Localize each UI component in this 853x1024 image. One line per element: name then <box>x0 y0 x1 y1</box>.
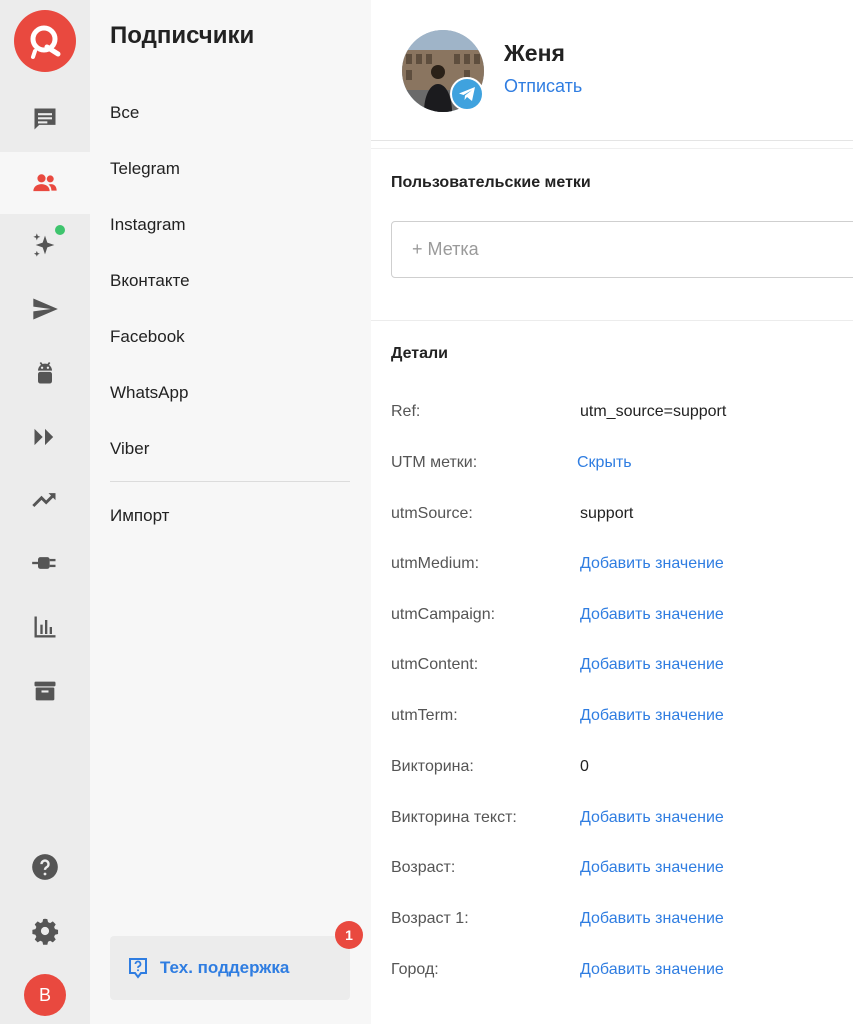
flows-icon <box>34 428 54 446</box>
rail-messages[interactable] <box>0 88 90 150</box>
subnav-item-vkontakte[interactable]: Вконтакте <box>110 271 190 291</box>
sparkles-icon <box>33 233 55 257</box>
page-title: Подписчики <box>110 22 255 49</box>
rail-statistics[interactable] <box>0 596 90 658</box>
header-divider <box>371 140 853 141</box>
section-divider <box>371 320 853 321</box>
add-value-link[interactable]: Добавить значение <box>580 707 724 725</box>
hide-utm-link[interactable]: Скрыть <box>577 454 632 472</box>
detail-label: utmTerm: <box>391 707 458 724</box>
subnav-item-facebook[interactable]: Facebook <box>110 327 185 347</box>
details-title: Детали <box>391 345 449 362</box>
messages-icon <box>34 108 56 130</box>
detail-label: Викторина: <box>391 758 474 775</box>
add-value-link[interactable]: Добавить значение <box>580 910 724 928</box>
user-avatar[interactable]: B <box>24 974 66 1016</box>
unsubscribe-link[interactable]: Отписать <box>504 76 582 97</box>
notification-dot <box>55 225 65 235</box>
detail-label: Город: <box>391 961 439 978</box>
stats-icon <box>34 616 56 638</box>
detail-label: utmContent: <box>391 656 479 673</box>
rail-growth[interactable] <box>0 468 90 530</box>
user-initial: B <box>38 984 51 1005</box>
detail-label: utmSource: <box>391 505 473 522</box>
custom-tags-title: Пользовательские метки <box>391 174 591 191</box>
rail-archive[interactable] <box>0 660 90 722</box>
header-divider-secondary <box>371 148 853 149</box>
detail-label: Возраст 1: <box>391 910 469 927</box>
add-tag-input[interactable] <box>391 221 853 278</box>
add-value-link[interactable]: Добавить значение <box>580 656 724 674</box>
support-label: Тех. поддержка <box>160 958 290 977</box>
detail-label: utmMedium: <box>391 555 480 572</box>
rail-bots[interactable] <box>0 342 90 404</box>
subnav-item-all[interactable]: Все <box>110 103 139 123</box>
subscriber-name: Женя <box>504 40 565 66</box>
icon-rail: B <box>0 0 90 1024</box>
archive-icon <box>34 681 56 701</box>
add-value-link[interactable]: Добавить значение <box>580 809 724 827</box>
rail-settings[interactable] <box>0 900 90 962</box>
help-icon <box>32 854 58 880</box>
subscribers-subnav: Подписчики Все Telegram Instagram Вконта… <box>90 0 371 1024</box>
add-value-link[interactable]: Добавить значение <box>580 859 724 877</box>
subnav-item-instagram[interactable]: Instagram <box>110 215 186 235</box>
subnav-divider <box>110 481 350 482</box>
rail-help[interactable] <box>0 836 90 898</box>
bot-icon <box>38 361 52 384</box>
detail-label: utmCampaign: <box>391 606 496 623</box>
subnav-item-whatsapp[interactable]: WhatsApp <box>110 383 188 403</box>
subnav-item-import[interactable]: Импорт <box>110 506 169 526</box>
integrations-plug-icon <box>32 557 56 569</box>
app-logo-icon[interactable] <box>14 10 76 72</box>
rail-sparkles[interactable] <box>0 214 90 276</box>
detail-value: utm_source=support <box>580 403 727 420</box>
detail-label: Ref: <box>391 403 421 420</box>
add-value-link[interactable]: Добавить значение <box>580 961 724 979</box>
support-question-icon <box>129 958 147 979</box>
settings-icon <box>32 918 59 945</box>
detail-value: 0 <box>580 758 589 775</box>
add-value-link[interactable]: Добавить значение <box>580 606 724 624</box>
detail-label: UTM метки: <box>391 454 478 471</box>
rail-integrations[interactable] <box>0 532 90 594</box>
detail-label: Викторина текст: <box>391 809 517 826</box>
subscribers-icon <box>33 174 57 192</box>
trend-icon <box>32 493 56 508</box>
subnav-item-telegram[interactable]: Telegram <box>110 159 180 179</box>
support-button[interactable]: Тех. поддержка <box>110 936 350 1000</box>
detail-label: Возраст: <box>391 859 456 876</box>
add-value-link[interactable]: Добавить значение <box>580 555 724 573</box>
telegram-icon <box>450 77 484 111</box>
rail-subscribers[interactable] <box>0 152 90 214</box>
rail-broadcast[interactable] <box>0 278 90 340</box>
send-icon <box>33 298 58 320</box>
rail-flows[interactable] <box>0 406 90 468</box>
support-notification-badge: 1 <box>335 921 363 949</box>
subscriber-details: Женя Отписать Пользовательские метки Дет… <box>371 0 853 1024</box>
subnav-item-viber[interactable]: Viber <box>110 439 149 459</box>
detail-value: support <box>580 505 634 522</box>
